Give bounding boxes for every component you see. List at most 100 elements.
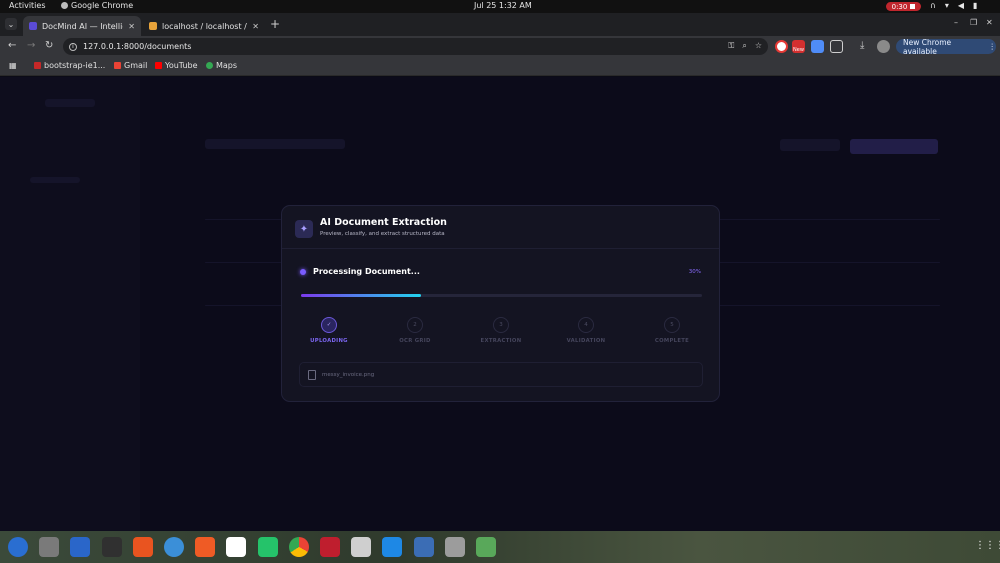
dock-settings-icon[interactable] — [444, 537, 465, 557]
step-complete: 5 COMPLETE — [642, 317, 702, 344]
dock-files-icon[interactable] — [39, 537, 60, 557]
processing-status: Processing Document... — [313, 267, 420, 276]
dock-vscode-icon[interactable] — [382, 537, 403, 557]
step-indicator: ✓ — [321, 317, 337, 333]
back-button[interactable]: ← — [8, 40, 16, 51]
close-tab-icon[interactable]: ✕ — [252, 22, 259, 31]
tab-localhost[interactable]: localhost / localhost / m ✕ — [143, 16, 265, 36]
close-tab-icon[interactable]: ✕ — [128, 22, 135, 31]
dock-terminal-icon[interactable] — [101, 537, 122, 557]
gmail-icon — [114, 62, 121, 69]
step-label: COMPLETE — [654, 338, 690, 344]
dock-image-viewer-icon[interactable] — [351, 537, 372, 557]
step-label: UPLOADING — [310, 338, 348, 344]
file-name: messy_invoice.png — [322, 372, 375, 378]
step-uploading: ✓ UPLOADING — [299, 317, 359, 344]
status-dot-icon — [300, 269, 306, 275]
forward-button[interactable]: → — [27, 40, 35, 51]
progress-bar — [301, 294, 702, 297]
modal-subtitle: Preview, classify, and extract structure… — [320, 231, 445, 237]
battery-icon: ▮ — [973, 1, 978, 10]
dock-android-studio-icon[interactable] — [413, 537, 434, 557]
tab-title: localhost / localhost / m — [162, 21, 247, 31]
extraction-modal: ✦ AI Document Extraction Preview, classi… — [281, 205, 720, 402]
extension-icon[interactable] — [775, 40, 788, 53]
sparkle-icon: ✦ — [295, 220, 313, 238]
chrome-icon — [61, 2, 68, 9]
app-menu[interactable]: Google Chrome — [61, 1, 133, 10]
apps-grid-icon[interactable]: ▦ — [9, 61, 17, 70]
step-indicator: 5 — [664, 317, 680, 333]
show-apps-grid-icon[interactable]: ⋮⋮⋮ — [975, 540, 1000, 551]
modal-title: AI Document Extraction — [320, 217, 447, 228]
chevron-down-icon: ⌄ — [7, 19, 15, 29]
bookmark-youtube[interactable]: YouTube — [155, 61, 198, 70]
new-tab-button[interactable]: + — [270, 17, 280, 31]
system-top-bar: Activities Google Chrome Jul 25 1:32 AM … — [0, 0, 1000, 13]
site-info-icon[interactable]: i — [69, 42, 77, 51]
tab-strip: ⌄ DocMind AI — Intelligen ✕ localhost / … — [0, 13, 1000, 36]
tab-docmind[interactable]: DocMind AI — Intelligen ✕ — [23, 16, 141, 36]
dock-writer-icon[interactable] — [70, 537, 91, 557]
tab-search-button[interactable]: ⌄ — [5, 18, 17, 30]
app-name-label: Google Chrome — [71, 1, 134, 10]
dock-app-center-icon[interactable] — [132, 537, 153, 557]
close-window-button[interactable]: ✕ — [986, 18, 993, 27]
new-chrome-available-button[interactable]: New Chrome available ⋮ — [896, 37, 997, 56]
browser-toolbar: ← → ↻ i 127.0.0.1:8000/documents ⚿ ⌕ ☆ N… — [0, 36, 1000, 57]
dock-help-icon[interactable] — [164, 537, 184, 557]
screen-recording-indicator[interactable]: 0:30 — [886, 2, 921, 11]
modal-header: ✦ AI Document Extraction Preview, classi… — [282, 206, 719, 249]
reload-button[interactable]: ↻ — [45, 40, 53, 51]
dock-trash-icon[interactable] — [476, 537, 496, 557]
step-ocr-grid: 2 OCR GRID — [385, 317, 445, 344]
dimmed-filter-button — [780, 139, 840, 151]
activities-button[interactable]: Activities — [9, 1, 46, 10]
progress-percent: 30% — [688, 269, 701, 275]
dock-chrome-icon[interactable] — [288, 537, 309, 557]
zoom-icon[interactable]: ⌕ — [742, 41, 746, 51]
clock[interactable]: Jul 25 1:32 AM — [474, 1, 532, 10]
pipeline-steps: ✓ UPLOADING 2 OCR GRID 3 EXTRACTION 4 VA… — [299, 317, 704, 347]
stop-icon — [910, 4, 916, 9]
minimize-button[interactable]: – — [954, 18, 958, 27]
bookmarks-bar: ▦ bootstrap-ie1... Gmail YouTube Maps — [0, 57, 1000, 76]
extension-blue-icon[interactable] — [811, 40, 824, 53]
dimmed-page-title — [205, 139, 345, 149]
phpmyadmin-favicon-icon — [149, 22, 157, 30]
bookmark-maps[interactable]: Maps — [206, 61, 237, 70]
download-icon[interactable]: ⤓ — [860, 40, 864, 51]
dock-postman-icon[interactable] — [195, 537, 216, 557]
new-chrome-label: New Chrome available — [903, 37, 952, 56]
profile-avatar[interactable] — [877, 40, 890, 53]
step-indicator: 4 — [578, 317, 594, 333]
progress-fill — [301, 294, 422, 297]
wifi-icon: ▾ — [944, 1, 949, 10]
url-text: 127.0.0.1:8000/documents — [83, 42, 192, 51]
maps-pin-icon — [206, 62, 213, 69]
dock-thunderbird-icon[interactable] — [8, 537, 28, 557]
volume-icon: ◀ — [957, 1, 965, 10]
tab-title: DocMind AI — Intelligen — [42, 21, 123, 31]
extension-new-icon[interactable]: New — [792, 40, 805, 53]
restore-button[interactable]: ❐ — [970, 18, 977, 27]
system-tray[interactable]: ∩ ▾ ◀ ▮ — [930, 1, 977, 10]
password-key-icon[interactable]: ⚿ — [728, 41, 734, 51]
more-menu-icon: ⋮ — [988, 42, 997, 51]
step-indicator: 3 — [493, 317, 509, 333]
bookmark-bootstrap[interactable]: bootstrap-ie1... — [34, 61, 105, 70]
bookmark-star-icon[interactable]: ☆ — [755, 41, 762, 51]
step-indicator: 2 — [407, 317, 423, 333]
step-extraction: 3 EXTRACTION — [471, 317, 531, 344]
bookmark-label: bootstrap-ie1... — [44, 61, 106, 70]
docmind-favicon-icon — [29, 22, 37, 30]
new-badge: New — [793, 47, 804, 53]
bookmark-gmail[interactable]: Gmail — [114, 61, 147, 70]
address-bar[interactable]: i 127.0.0.1:8000/documents ⚿ ⌕ ☆ — [63, 38, 768, 55]
omnibox-actions: ⚿ ⌕ ☆ — [728, 41, 762, 51]
dock-filezilla-icon[interactable] — [320, 537, 340, 557]
bootstrap-favicon-icon — [34, 62, 41, 69]
dock-text-editor-icon[interactable] — [226, 537, 247, 557]
dock-sync-icon[interactable] — [257, 537, 278, 557]
extensions-puzzle-icon[interactable] — [830, 40, 843, 53]
